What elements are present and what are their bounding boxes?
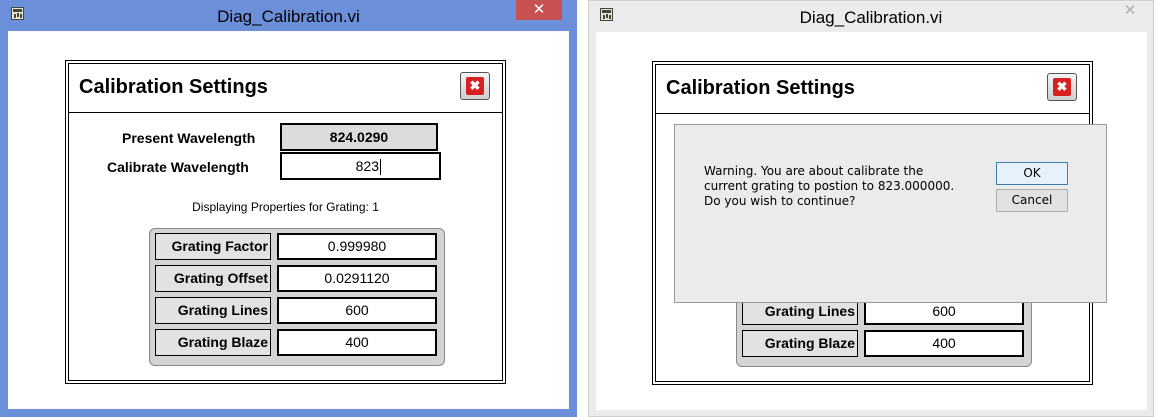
grating-blaze-label: Grating Blaze: [742, 330, 858, 357]
grating-offset-label: Grating Offset: [155, 265, 271, 292]
present-wavelength-value: 824.0290: [280, 123, 438, 151]
calibration-window-active: Diag_Calibration.vi ✕ Calibration Settin…: [0, 0, 577, 417]
window-close-button[interactable]: ✕: [1107, 1, 1153, 21]
window-client-area: Calibration Settings ✖ Present Wavelengt…: [8, 31, 569, 409]
grating-blaze-field[interactable]: 400: [864, 330, 1024, 357]
grating-lines-field[interactable]: 600: [277, 297, 437, 324]
grating-factor-field[interactable]: 0.999980: [277, 233, 437, 260]
calibrate-wavelength-label: Calibrate Wavelength: [107, 159, 249, 175]
calibration-settings-panel: Calibration Settings ✖ Present Wavelengt…: [65, 60, 506, 384]
warning-dialog: Warning. You are about calibrate the cur…: [674, 124, 1107, 303]
window-title: Diag_Calibration.vi: [217, 7, 360, 26]
grating-blaze-field[interactable]: 400: [277, 329, 437, 356]
title-bar[interactable]: Diag_Calibration.vi ✕: [589, 1, 1153, 32]
panel-title: Calibration Settings: [79, 76, 268, 98]
calibrate-wavelength-text: 823: [355, 158, 379, 174]
close-icon: ✖: [1053, 78, 1071, 96]
text-caret: [380, 159, 381, 176]
ok-button[interactable]: OK: [996, 162, 1068, 185]
panel-header: Calibration Settings ✖: [656, 65, 1089, 114]
panel-close-button[interactable]: ✖: [460, 72, 490, 100]
grating-properties-box: Grating Factor 0.999980 Grating Offset 0…: [149, 228, 445, 366]
panel-title: Calibration Settings: [666, 77, 855, 99]
title-bar[interactable]: Diag_Calibration.vi ✕: [0, 0, 577, 31]
calibration-window-inactive: Diag_Calibration.vi ✕ Calibration Settin…: [588, 0, 1154, 417]
panel-header: Calibration Settings ✖: [69, 64, 502, 113]
window-close-button[interactable]: ✕: [516, 0, 562, 20]
present-wavelength-label: Present Wavelength: [122, 130, 256, 146]
window-client-area: Calibration Settings ✖ Grating Lines 600…: [596, 32, 1147, 410]
window-title: Diag_Calibration.vi: [799, 8, 943, 27]
calibrate-wavelength-input[interactable]: 823: [280, 152, 441, 180]
panel-close-button[interactable]: ✖: [1047, 73, 1077, 101]
close-icon: ✖: [466, 77, 484, 95]
cancel-button[interactable]: Cancel: [996, 189, 1068, 212]
dialog-message: Warning. You are about calibrate the cur…: [704, 164, 955, 208]
grating-status-text: Displaying Properties for Grating: 1: [192, 200, 379, 214]
grating-blaze-label: Grating Blaze: [155, 329, 271, 356]
grating-offset-field[interactable]: 0.0291120: [277, 265, 437, 292]
grating-lines-label: Grating Lines: [155, 297, 271, 324]
grating-factor-label: Grating Factor: [155, 233, 271, 260]
